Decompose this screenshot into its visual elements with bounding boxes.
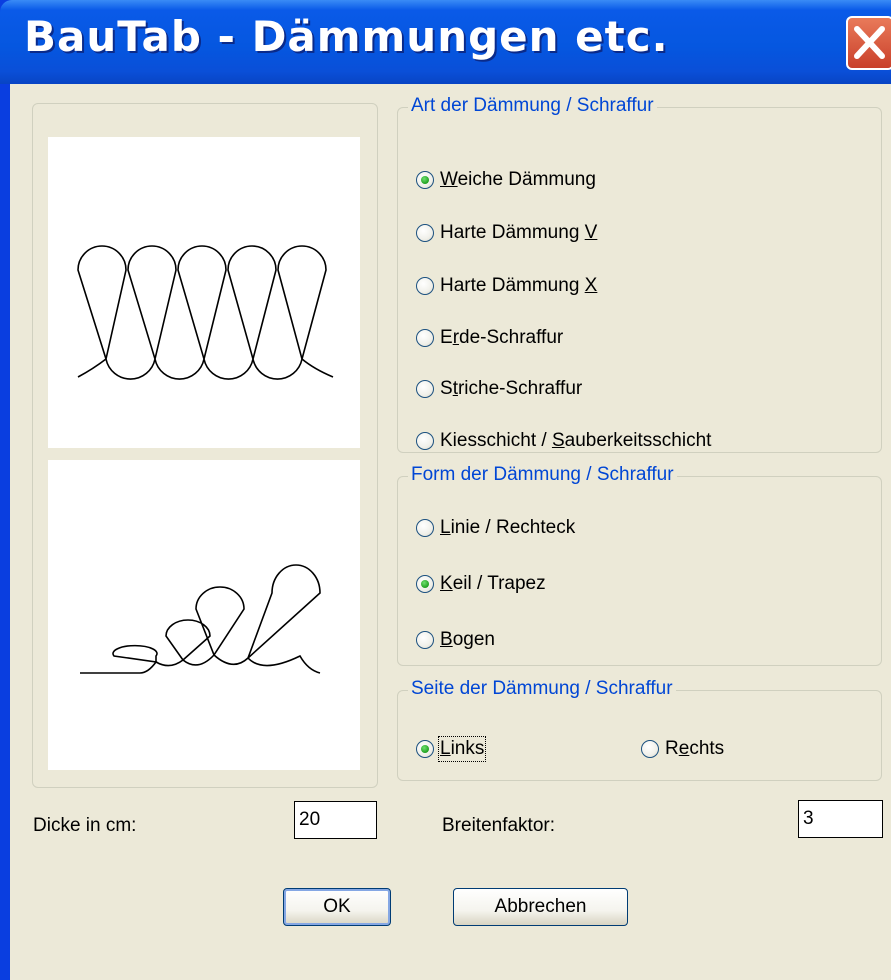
radio-circle[interactable] [416,380,434,398]
group-art-legend: Art der Dämmung / Schraffur [408,95,657,117]
preview-shape-bottom [48,460,360,770]
radio-kiesschicht[interactable]: Kiesschicht / Sauberkeitsschicht [416,430,711,452]
radio-harte-daemmung-x[interactable]: Harte Dämmung X [416,275,597,297]
radio-circle[interactable] [416,171,434,189]
radio-circle[interactable] [641,740,659,758]
breitenfaktor-label: Breitenfaktor: [442,815,555,836]
radio-label: Harte Dämmung X [440,275,598,296]
radio-circle[interactable] [416,519,434,537]
radio-label: Erde-Schraffur [440,327,564,348]
dicke-label: Dicke in cm: [33,815,137,836]
dialog-body: Art der Dämmung / Schraffur Weiche Dämmu… [10,84,891,980]
radio-label: Rechts [665,738,725,759]
insulation-curve-preview [77,245,334,380]
dicke-input[interactable] [294,801,377,839]
breitenfaktor-input[interactable] [798,800,883,838]
radio-striche-schraffur[interactable]: Striche-Schraffur [416,378,582,400]
radio-links[interactable]: Links [416,736,487,762]
radio-linie-rechteck[interactable]: Linie / Rechteck [416,517,575,539]
radio-circle[interactable] [416,575,434,593]
group-form-legend: Form der Dämmung / Schraffur [408,464,677,486]
group-form-der-daemmung: Form der Dämmung / Schraffur Linie / Rec… [397,464,882,666]
radio-erde-schraffur[interactable]: Erde-Schraffur [416,327,563,349]
preview-form-top [48,137,360,448]
close-icon [854,26,885,59]
dialog-window: BauTab - Dämmungen etc. Art der Dämmung … [0,0,891,980]
radio-circle[interactable] [416,224,434,242]
radio-harte-daemmung-v[interactable]: Harte Dämmung V [416,222,597,244]
radio-label: Links [437,736,487,762]
wedge-curve-preview [80,564,321,674]
radio-label: Keil / Trapez [440,573,546,594]
radio-circle[interactable] [416,740,434,758]
radio-label: Kiesschicht / Sauberkeitsschicht [440,430,712,451]
radio-label: Weiche Dämmung [440,169,596,190]
radio-circle[interactable] [416,277,434,295]
radio-label: Striche-Schraffur [440,378,583,399]
radio-rechts[interactable]: Rechts [641,738,724,760]
radio-keil-trapez[interactable]: Keil / Trapez [416,573,546,595]
radio-label: Linie / Rechteck [440,517,576,538]
close-button[interactable] [846,16,891,70]
window-title: BauTab - Dämmungen etc. [24,12,669,61]
radio-bogen[interactable]: Bogen [416,629,495,651]
group-seite-legend: Seite der Dämmung / Schraffur [408,678,676,700]
radio-label: Bogen [440,629,495,650]
radio-weiche-daemmung[interactable]: Weiche Dämmung [416,169,596,191]
radio-circle[interactable] [416,432,434,450]
cancel-button[interactable]: Abbrechen [453,888,628,926]
group-art-der-daemmung: Art der Dämmung / Schraffur Weiche Dämmu… [397,95,882,453]
group-seite-der-daemmung: Seite der Dämmung / Schraffur Links Rech… [397,678,882,781]
ok-button[interactable]: OK [283,888,391,926]
title-bar[interactable]: BauTab - Dämmungen etc. [0,0,891,84]
radio-circle[interactable] [416,631,434,649]
radio-circle[interactable] [416,329,434,347]
radio-label: Harte Dämmung V [440,222,598,243]
